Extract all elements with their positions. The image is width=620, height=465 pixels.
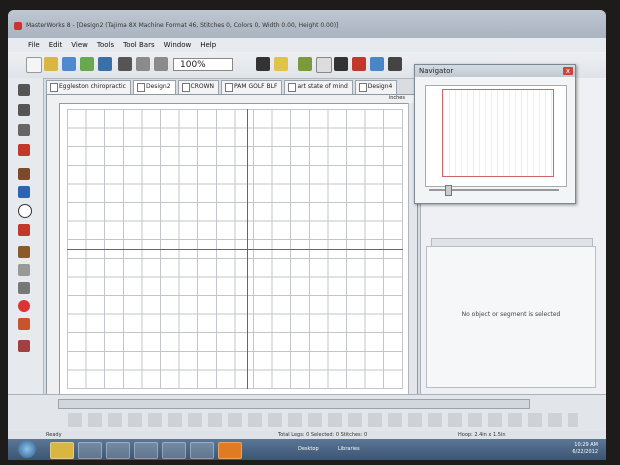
- media-task-icon[interactable]: [134, 442, 158, 459]
- horizontal-scrollbar[interactable]: [58, 399, 530, 409]
- menu-help[interactable]: Help: [200, 41, 216, 49]
- image-icon[interactable]: [18, 264, 30, 276]
- ellipse-icon[interactable]: [18, 204, 32, 218]
- arrow-red-icon[interactable]: [352, 57, 366, 71]
- folder-task-icon[interactable]: [78, 442, 102, 459]
- print-icon[interactable]: [80, 57, 94, 71]
- no-selection-message: No object or segment is selected: [461, 311, 561, 318]
- design-canvas[interactable]: inches: [46, 94, 418, 396]
- menu-file[interactable]: File: [28, 41, 40, 49]
- navigator-page: [442, 89, 554, 177]
- tab-design4[interactable]: Design4: [354, 80, 398, 94]
- pen-icon[interactable]: [18, 168, 30, 180]
- ruler-units: inches: [388, 95, 405, 101]
- zoom-icon[interactable]: [18, 144, 30, 156]
- status-bar: Ready Total Legs: 0 Selected: 0 Stitches…: [8, 431, 606, 439]
- fill-icon[interactable]: [18, 282, 30, 294]
- view-mode-icon[interactable]: [256, 57, 270, 71]
- color-icon[interactable]: [18, 300, 30, 312]
- left-ruler: [47, 103, 60, 395]
- new-file-icon[interactable]: [26, 57, 42, 73]
- close-icon[interactable]: x: [563, 67, 573, 75]
- text-icon[interactable]: [18, 224, 30, 236]
- status-center: Total Legs: 0 Selected: 0 Stitches: 0: [278, 432, 368, 438]
- properties-panel: No object or segment is selected: [426, 246, 596, 388]
- desktop-label[interactable]: Desktop: [298, 446, 319, 452]
- status-right: Hoop: 2.4in x 1.5in: [458, 432, 506, 438]
- document-tabs: Eggleston chiropractic Design2 CROWN PAM…: [46, 80, 418, 94]
- status-ready: Ready: [46, 432, 62, 438]
- stitch-icon[interactable]: [370, 57, 384, 71]
- zoom-select[interactable]: 100%: [173, 58, 233, 71]
- tool-palette: [8, 78, 44, 438]
- tab-eggleston[interactable]: Eggleston chiropractic: [46, 80, 131, 94]
- disk-icon[interactable]: [98, 57, 112, 71]
- redo-icon[interactable]: [154, 57, 168, 71]
- tab-art-state[interactable]: art state of mind: [284, 80, 353, 94]
- line-icon[interactable]: [18, 246, 30, 258]
- cut-icon[interactable]: [118, 57, 132, 71]
- navigator-preview[interactable]: [425, 85, 567, 187]
- menu-bar: File Edit View Tools Tool Bars Window He…: [8, 38, 606, 53]
- menu-window[interactable]: Window: [164, 41, 192, 49]
- star-icon[interactable]: [18, 186, 30, 198]
- save-icon[interactable]: [62, 57, 76, 71]
- clock-date: 6/22/2012: [572, 449, 598, 455]
- start-button[interactable]: [18, 440, 36, 458]
- libraries-label[interactable]: Libraries: [338, 446, 360, 452]
- top-ruler: inches: [47, 95, 417, 104]
- bucket-icon[interactable]: [18, 318, 30, 330]
- monitor-screen: MasterWorks 8 - [Design2 (Tajima 8X Mach…: [8, 10, 606, 460]
- center-axis-horizontal: [67, 249, 403, 250]
- menu-tools[interactable]: Tools: [97, 41, 114, 49]
- reshape-icon[interactable]: [18, 104, 30, 116]
- app-task-icon[interactable]: [190, 442, 214, 459]
- window-title: MasterWorks 8 - [Design2 (Tajima 8X Mach…: [26, 22, 339, 29]
- menu-view[interactable]: View: [71, 41, 88, 49]
- window-titlebar: MasterWorks 8 - [Design2 (Tajima 8X Mach…: [8, 10, 606, 39]
- app-icon: [14, 22, 22, 30]
- navigator-zoom-slider[interactable]: [445, 185, 452, 196]
- columns-icon[interactable]: [334, 57, 348, 71]
- tab-crown[interactable]: CROWN: [177, 80, 220, 94]
- knife-icon[interactable]: [18, 124, 30, 136]
- design-icon[interactable]: [298, 57, 312, 71]
- menu-edit[interactable]: Edit: [49, 41, 63, 49]
- tab-design2[interactable]: Design2: [132, 80, 176, 94]
- monitor-icon[interactable]: [388, 57, 402, 71]
- masterworks-task-icon[interactable]: [50, 442, 74, 459]
- thread-swatches[interactable]: [68, 413, 578, 427]
- firefox-task-icon[interactable]: [218, 442, 242, 459]
- edit-icon[interactable]: [18, 340, 30, 352]
- system-clock: 10:29 AM 6/22/2012: [572, 442, 598, 456]
- undo-icon[interactable]: [136, 57, 150, 71]
- paint-task-icon[interactable]: [162, 442, 186, 459]
- ie-task-icon[interactable]: [106, 442, 130, 459]
- clock-time: 10:29 AM: [574, 442, 598, 448]
- tab-pam-golf[interactable]: PAM GOLF BLF: [221, 80, 283, 94]
- menu-tool-bars[interactable]: Tool Bars: [123, 41, 154, 49]
- windows-taskbar: Desktop Libraries 10:29 AM 6/22/2012: [8, 439, 606, 460]
- select-arrow-icon[interactable]: [18, 84, 30, 96]
- navigator-window: Navigator x: [414, 64, 576, 204]
- navigator-title: Navigator: [415, 65, 575, 77]
- open-icon[interactable]: [44, 57, 58, 71]
- face-icon[interactable]: [316, 57, 332, 73]
- color-film-icon[interactable]: [274, 57, 288, 71]
